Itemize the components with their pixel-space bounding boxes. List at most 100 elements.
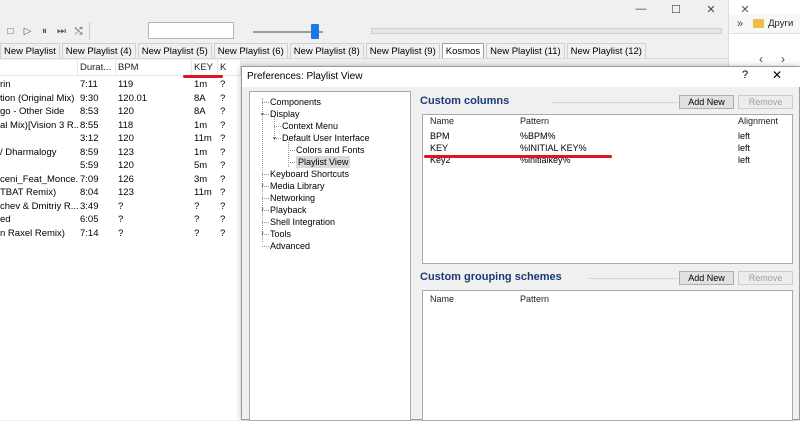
cell-key: 5m <box>194 160 208 171</box>
playlist-view[interactable]: Durat... BPM KEY K rin 7:11 119 1m? tion (Or… <box>0 60 241 420</box>
tab-2[interactable]: New Playlist (5) <box>137 43 212 58</box>
column-row-name[interactable]: KEY <box>430 142 448 154</box>
help-icon[interactable]: ? <box>742 69 748 81</box>
tree-item-advanced[interactable]: Advanced <box>270 240 310 252</box>
maximize-icon: ☐ <box>671 3 681 16</box>
grid-header-name[interactable]: Name <box>430 293 454 306</box>
column-row-pattern[interactable]: %INITIAL KEY% <box>520 142 587 154</box>
cell-duration: 7:09 <box>80 173 99 185</box>
add-grouping-button[interactable]: Add New <box>679 271 734 285</box>
grid-header-alignment[interactable]: Alignment <box>738 115 778 128</box>
next-button[interactable]: ⏭ <box>55 25 68 38</box>
table-row[interactable]: ceni_Feat_Monce... 7:09 126 3m? <box>0 173 241 186</box>
close-button[interactable]: ✕ <box>696 0 726 18</box>
cell-bpm: ? <box>118 214 124 225</box>
grid-header-name[interactable]: Name <box>430 115 454 128</box>
table-row[interactable]: / Dharmalogy 8:59 123 1m? <box>0 146 241 159</box>
pause-button[interactable]: ⏸ <box>38 25 51 38</box>
remove-grouping-button[interactable]: Remove <box>738 271 793 285</box>
tab-4[interactable]: New Playlist (8) <box>289 43 364 58</box>
minimize-button[interactable]: — <box>626 0 656 18</box>
add-column-button[interactable]: Add New <box>679 95 734 109</box>
chevron-right-icon[interactable]: › <box>258 204 267 213</box>
tree-item-colors-and-fonts[interactable]: Colors and Fonts <box>296 144 365 156</box>
table-row[interactable]: 5:59 120 5m? <box>0 159 241 172</box>
tree-item-playlist-view[interactable]: Playlist View <box>296 156 351 168</box>
cell-k: ? <box>220 119 226 131</box>
bookmark-folder-label[interactable]: Други <box>768 18 793 29</box>
table-row[interactable]: tion (Original Mix) 9:30 120.01 8A? <box>0 92 241 105</box>
chevron-right-icon[interactable]: › <box>258 180 267 189</box>
tree-item-networking[interactable]: Networking <box>270 192 315 204</box>
custom-columns-grid[interactable]: Name Pattern Alignment BPM %BPM% left KEY %I… <box>422 114 793 264</box>
tree-guide <box>262 246 269 247</box>
cell-title: al Mix)[Vision 3 R... <box>0 119 78 131</box>
maximize-button[interactable]: ☐ <box>661 0 691 18</box>
table-row[interactable]: 3:12 120 11m? <box>0 132 241 145</box>
grid-header-pattern[interactable]: Pattern <box>520 115 549 128</box>
column-row-name[interactable]: BPM <box>430 130 450 142</box>
tree-item-media-library[interactable]: Media Library <box>270 180 325 192</box>
column-row-pattern[interactable]: %BPM% <box>520 130 556 142</box>
table-row[interactable]: al Mix)[Vision 3 R... 8:55 118 1m? <box>0 119 241 132</box>
tree-item-playback[interactable]: Playback <box>270 204 307 216</box>
chevron-right-icon[interactable]: › <box>258 228 267 237</box>
annotation-underline-key-header <box>183 75 223 78</box>
tree-item-display[interactable]: Display <box>270 108 300 120</box>
volume-thumb[interactable] <box>311 24 319 39</box>
tab-8[interactable]: New Playlist (12) <box>566 43 646 58</box>
chevron-down-icon[interactable]: ⌄ <box>270 132 279 141</box>
random-button[interactable]: ⤭ <box>72 25 85 38</box>
custom-grouping-grid[interactable]: Name Pattern <box>422 290 793 421</box>
cell-bpm: ? <box>118 227 124 239</box>
play-button[interactable]: ▷ <box>21 25 34 38</box>
tree-item-shell-integration[interactable]: Shell Integration <box>270 216 335 228</box>
table-row[interactable]: n Raxel Remix) 7:14??? <box>0 227 241 240</box>
tab-3[interactable]: New Playlist (6) <box>213 43 288 58</box>
cell-bpm: 123 <box>118 146 134 158</box>
column-k-header[interactable]: K <box>218 60 241 76</box>
back-arrow-icon[interactable]: ‹ <box>759 52 763 66</box>
column-bpm-header[interactable]: BPM <box>116 60 192 76</box>
forward-arrow-icon[interactable]: › <box>781 52 785 66</box>
cell-bpm: 119 <box>118 79 134 90</box>
cell-duration: 8:53 <box>80 106 99 117</box>
tree-guide <box>262 222 269 223</box>
tab-1[interactable]: New Playlist (4) <box>61 43 136 58</box>
custom-columns-title: Custom columns <box>420 95 510 107</box>
tab-0[interactable]: New Playlist <box>0 43 60 58</box>
table-row[interactable]: chev & Dmitriy R... 3:49??? <box>0 200 241 213</box>
cell-title: go - Other Side <box>0 106 65 117</box>
chevron-down-icon[interactable]: ⌄ <box>258 108 267 117</box>
table-row[interactable]: go - Other Side 8:53 120 8A? <box>0 105 241 118</box>
tree-guide <box>262 174 269 175</box>
tree-item-keyboard-shortcuts[interactable]: Keyboard Shortcuts <box>270 168 349 180</box>
seek-bar[interactable] <box>371 28 722 34</box>
chevron-right-icon[interactable]: » <box>737 18 743 30</box>
column-row-alignment[interactable]: left <box>738 130 750 142</box>
tab-7[interactable]: New Playlist (11) <box>486 43 565 58</box>
table-row[interactable]: ed 6:05??? <box>0 213 241 226</box>
table-row[interactable]: rin 7:11 119 1m? <box>0 78 241 91</box>
table-row[interactable]: TBAT Remix) 8:04 123 11m? <box>0 186 241 199</box>
tab-5[interactable]: New Playlist (9) <box>365 43 440 58</box>
cell-duration: 8:59 <box>80 146 99 158</box>
tab-6[interactable]: Kosmos <box>441 43 485 58</box>
tree-item-tools[interactable]: Tools <box>270 228 291 240</box>
column-row-alignment[interactable]: left <box>738 154 750 166</box>
column-duration-header[interactable]: Durat... <box>78 60 116 76</box>
grid-header-pattern[interactable]: Pattern <box>520 293 549 306</box>
column-row-alignment[interactable]: left <box>738 142 750 154</box>
remove-column-button[interactable]: Remove <box>738 95 793 109</box>
stop-button[interactable]: □ <box>4 25 17 38</box>
cell-key: 1m <box>194 146 208 158</box>
tree-item-components[interactable]: Components <box>270 96 321 108</box>
column-key-header[interactable]: KEY <box>192 60 218 76</box>
column-title-header[interactable] <box>0 60 78 76</box>
cell-title: ceni_Feat_Monce... <box>0 173 78 185</box>
playback-order-dropdown[interactable] <box>148 22 234 39</box>
cell-title: ed <box>0 214 11 225</box>
tree-item-context-menu[interactable]: Context Menu <box>282 120 338 132</box>
tree-item-default-user-interface[interactable]: Default User Interface <box>282 132 370 144</box>
dialog-close-icon[interactable]: ✕ <box>772 68 782 82</box>
